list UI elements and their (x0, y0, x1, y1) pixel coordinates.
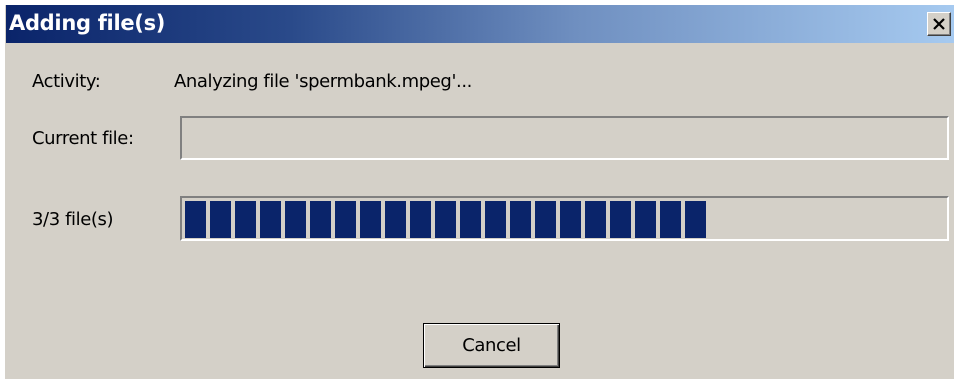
progress-segment (235, 201, 256, 238)
progress-segment (610, 201, 631, 238)
progress-bar (180, 196, 949, 241)
progress-segment (360, 201, 381, 238)
adding-files-dialog: Adding file(s) Activity: Analyzing file … (5, 5, 954, 379)
current-file-field (180, 116, 949, 160)
progress-segment (510, 201, 531, 238)
progress-segment (410, 201, 431, 238)
close-icon (933, 18, 945, 30)
window-title: Adding file(s) (9, 11, 166, 35)
progress-segment (260, 201, 281, 238)
current-file-label: Current file: (32, 128, 134, 149)
progress-segment (685, 201, 706, 238)
progress-segment (485, 201, 506, 238)
progress-fill (185, 201, 706, 238)
close-button[interactable] (927, 12, 951, 36)
progress-segment (385, 201, 406, 238)
progress-segment (435, 201, 456, 238)
progress-segment (635, 201, 656, 238)
progress-label: 3/3 file(s) (32, 209, 114, 230)
progress-segment (460, 201, 481, 238)
activity-label: Activity: (32, 71, 101, 92)
progress-segment (210, 201, 231, 238)
progress-segment (285, 201, 306, 238)
progress-segment (660, 201, 681, 238)
progress-segment (535, 201, 556, 238)
progress-segment (335, 201, 356, 238)
cancel-button[interactable]: Cancel (423, 323, 560, 368)
progress-segment (560, 201, 581, 238)
progress-segment (185, 201, 206, 238)
title-bar[interactable]: Adding file(s) (6, 5, 954, 43)
progress-segment (310, 201, 331, 238)
progress-segment (585, 201, 606, 238)
activity-value: Analyzing file 'spermbank.mpeg'... (174, 71, 472, 92)
